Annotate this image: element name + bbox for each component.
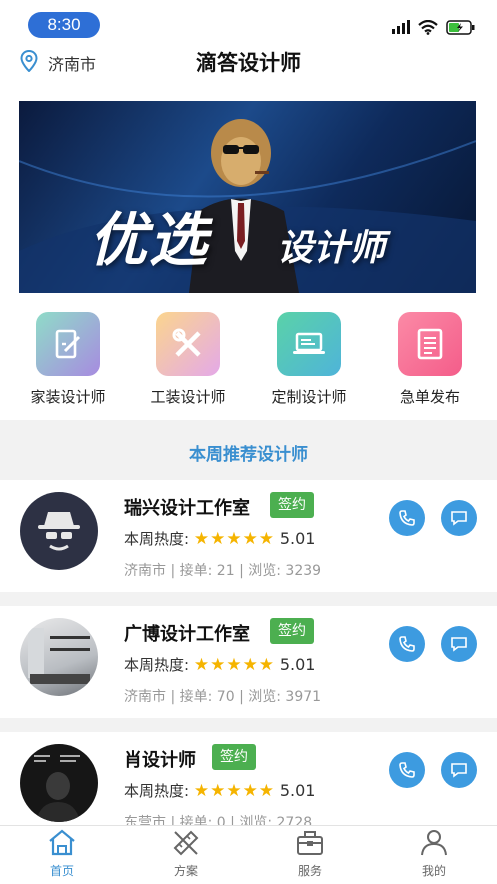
designer-card[interactable]: 广博设计工作室 签约 本周热度: ★★★★★ 5.01 济南市 | 接单: 70… xyxy=(0,606,497,724)
rating-stars: ★★★★★ xyxy=(193,781,276,801)
tab-services[interactable]: 服务 xyxy=(270,828,350,879)
heat-row: 本周热度: ★★★★★ 5.01 xyxy=(124,528,315,549)
phone-icon xyxy=(399,510,415,526)
status-bar: 8:30 xyxy=(0,0,497,46)
message-button[interactable] xyxy=(441,626,477,662)
heat-row: 本周热度: ★★★★★ 5.01 xyxy=(124,654,315,675)
designer-meta: 济南市 | 接单: 21 | 浏览: 3239 xyxy=(124,563,322,579)
signed-badge: 签约 xyxy=(270,492,314,518)
signed-badge: 签约 xyxy=(212,744,256,770)
tab-plans[interactable]: 方案 xyxy=(146,828,226,879)
rating-score: 5.01 xyxy=(279,781,316,800)
designer-name: 肖设计师 xyxy=(124,750,196,771)
category-tooling-design[interactable]: 工装设计师 xyxy=(128,312,248,407)
home-icon xyxy=(49,829,75,856)
tab-label: 服务 xyxy=(297,864,322,878)
page-title: 滴答设计师 xyxy=(196,51,301,75)
call-button[interactable] xyxy=(389,626,425,662)
tab-label: 我的 xyxy=(421,864,446,878)
toolbox-icon xyxy=(297,831,323,855)
wifi-icon xyxy=(418,20,438,35)
heat-label: 本周热度: xyxy=(124,656,190,674)
chat-icon xyxy=(451,637,467,652)
orders-count: 70 xyxy=(216,689,235,705)
designer-city: 济南市 xyxy=(124,689,166,705)
rating-score: 5.01 xyxy=(279,529,316,548)
phone-icon xyxy=(399,636,415,652)
home-design-icon xyxy=(36,312,100,376)
cellular-signal-icon xyxy=(392,20,410,34)
category-custom-design[interactable]: 定制设计师 xyxy=(249,312,369,407)
heat-row: 本周热度: ★★★★★ 5.01 xyxy=(124,780,315,801)
designer-city: 济南市 xyxy=(124,563,166,579)
section-title: 本周推荐设计师 xyxy=(189,445,308,465)
views-count: 3971 xyxy=(285,689,322,705)
designer-card[interactable]: 瑞兴设计工作室 签约 本周热度: ★★★★★ 5.01 济南市 | 接单: 21… xyxy=(0,480,497,598)
rating-stars: ★★★★★ xyxy=(193,529,276,549)
category-home-design[interactable]: 家装设计师 xyxy=(8,312,128,407)
avatar xyxy=(20,744,98,822)
message-button[interactable] xyxy=(441,752,477,788)
tab-home[interactable]: 首页 xyxy=(22,828,102,879)
orders-count: 21 xyxy=(216,563,235,579)
call-button[interactable] xyxy=(389,752,425,788)
designer-name: 广博设计工作室 xyxy=(124,624,250,645)
call-button[interactable] xyxy=(389,500,425,536)
document-icon xyxy=(398,312,462,376)
banner-graphic xyxy=(19,119,476,293)
orders-label: 接单: xyxy=(179,563,213,579)
ruler-pencil-icon xyxy=(173,830,199,856)
laptop-icon xyxy=(277,312,341,376)
status-time: 8:30 xyxy=(28,12,100,38)
designer-meta: 济南市 | 接单: 70 | 浏览: 3971 xyxy=(124,689,322,705)
avatar xyxy=(20,492,98,570)
message-button[interactable] xyxy=(441,500,477,536)
orders-label: 接单: xyxy=(179,689,213,705)
battery-charging-icon xyxy=(446,20,475,35)
signed-badge: 签约 xyxy=(270,618,314,644)
rating-stars: ★★★★★ xyxy=(193,655,276,675)
designer-name: 瑞兴设计工作室 xyxy=(124,498,250,519)
category-label: 急单发布 xyxy=(399,388,460,406)
heat-label: 本周热度: xyxy=(124,782,190,800)
card-divider xyxy=(0,592,497,606)
tab-mine[interactable]: 我的 xyxy=(394,828,474,879)
category-urgent-order[interactable]: 急单发布 xyxy=(370,312,490,407)
category-label: 工装设计师 xyxy=(150,388,226,406)
rating-score: 5.01 xyxy=(279,655,316,674)
category-label: 家装设计师 xyxy=(30,388,106,406)
phone-icon xyxy=(399,762,415,778)
chat-icon xyxy=(451,511,467,526)
views-label: 浏览: xyxy=(248,563,281,579)
avatar xyxy=(20,618,98,696)
card-divider xyxy=(0,718,497,732)
tab-label: 方案 xyxy=(173,864,198,878)
banner-headline-big: 优选 xyxy=(89,206,210,274)
views-label: 浏览: xyxy=(248,689,281,705)
category-label: 定制设计师 xyxy=(271,388,347,406)
banner-headline-small: 设计师 xyxy=(277,227,386,269)
tools-icon xyxy=(156,312,220,376)
chat-icon xyxy=(451,763,467,778)
tab-label: 首页 xyxy=(49,864,74,878)
heat-label: 本周热度: xyxy=(124,530,190,548)
views-count: 3239 xyxy=(285,563,322,579)
promo-banner[interactable]: 优选 设计师 xyxy=(19,101,476,293)
person-icon xyxy=(421,830,447,856)
